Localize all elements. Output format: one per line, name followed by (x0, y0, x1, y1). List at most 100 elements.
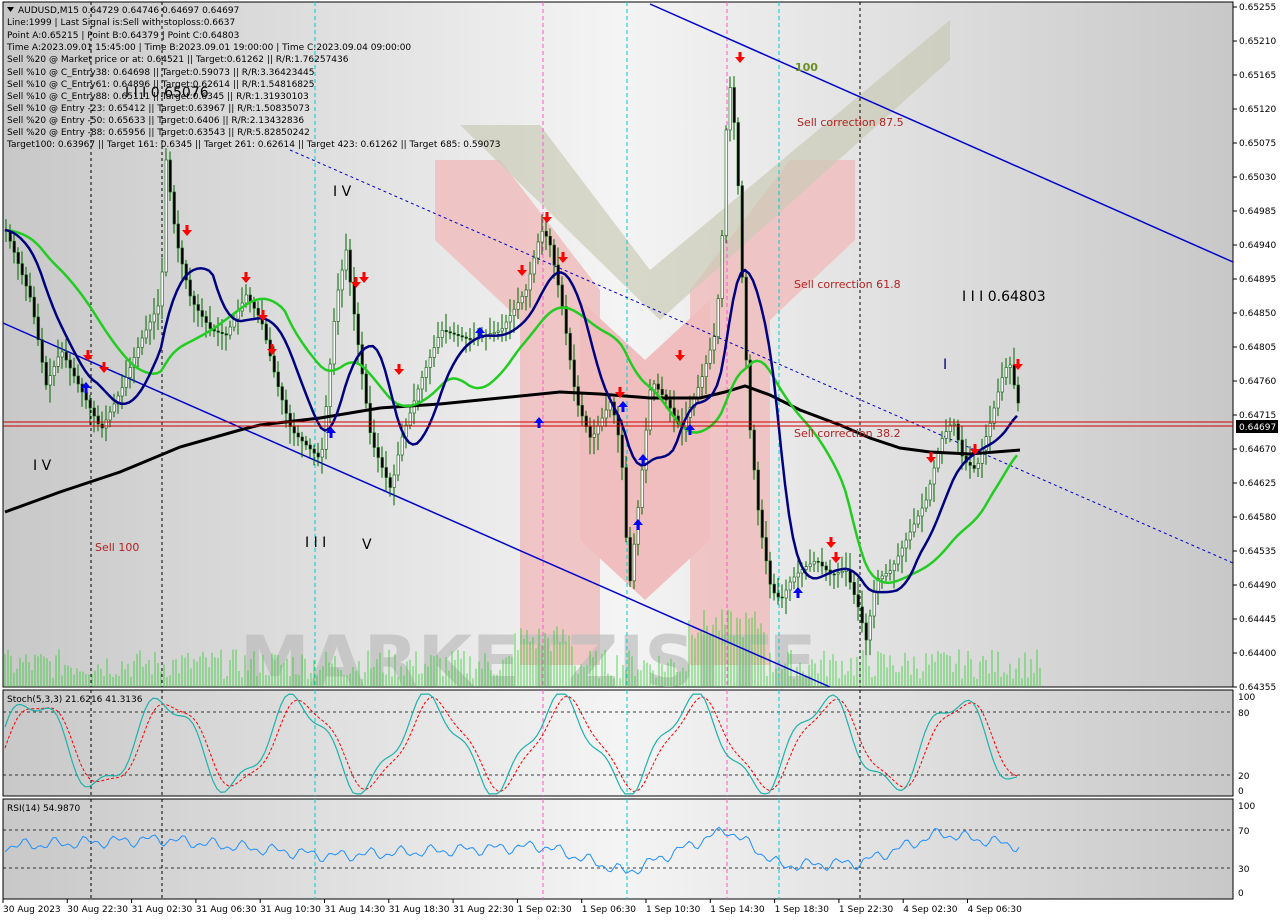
candle-body (224, 333, 228, 336)
candle-body (424, 367, 428, 378)
candle-body (840, 571, 844, 573)
sell-100-label: Sell 100 (95, 541, 139, 554)
candle-body (12, 240, 16, 253)
stochastic-pane[interactable]: Stoch(5,3,3) 21.6216 41.3136 100 80 20 0 (2, 689, 1255, 797)
candle-body (972, 465, 976, 469)
time-axis-label: 1 Sep 14:30 (710, 905, 765, 915)
candle-body (556, 264, 560, 286)
candle-body (140, 337, 144, 348)
candle-body (120, 387, 124, 397)
candle-body (420, 377, 424, 390)
info-line: Sell %20 @ Entry -50: 0.65633 || Target:… (7, 116, 304, 126)
candle-body (1004, 367, 1008, 378)
candle-body (388, 477, 392, 488)
candle-body (464, 336, 468, 339)
candle-body (340, 269, 344, 291)
candle-body (164, 159, 168, 273)
candle-body (336, 289, 340, 322)
price-axis-label: 0.64760 (1239, 377, 1276, 387)
time-axis-label: 4 Sep 06:30 (968, 905, 1023, 915)
candle-body (752, 429, 756, 471)
candle-body (952, 423, 956, 426)
candle-body (544, 230, 548, 237)
candle-body (316, 452, 320, 458)
candle-body (872, 591, 876, 617)
candle-body (928, 483, 932, 501)
info-line: Point A:0.65215 | Point B:0.64379 | Poin… (7, 31, 239, 41)
info-line: Sell %20 @ Entry -88: 0.65956 || Target:… (7, 128, 310, 138)
info-line: Time A:2023.09.01 15:45:00 | Time B:2023… (6, 43, 411, 53)
candle-body (660, 389, 664, 395)
candle-body (228, 326, 232, 336)
candle-body (88, 399, 92, 409)
candle-body (620, 434, 624, 468)
main-price-pane[interactable]: MARKETZISITE I I I 0.65076 I V I V I I I… (2, 1, 1234, 703)
price-axis-label: 0.65030 (1239, 173, 1276, 183)
candle-body (796, 572, 800, 578)
candle-body (552, 244, 556, 266)
candle-body (912, 523, 916, 533)
candle-body (648, 389, 652, 431)
info-line: Line:1999 | Last Signal is:Sell with sto… (7, 18, 235, 28)
candle-body (856, 594, 860, 608)
price-axis-label: 0.65165 (1239, 71, 1276, 81)
candle-body (520, 296, 524, 304)
chart-window[interactable]: MARKETZISITE I I I 0.65076 I V I V I I I… (0, 0, 1280, 920)
candle-body (760, 509, 764, 538)
candle-body (452, 332, 456, 335)
candle-body (60, 351, 64, 358)
candle-body (300, 436, 304, 442)
candle-body (68, 359, 72, 369)
candle-body (932, 467, 936, 485)
candle-body (44, 362, 48, 386)
symbol-header: AUDUSD,M15 0.64729 0.64746 0.64697 0.646… (18, 6, 239, 16)
candle-body (196, 304, 200, 311)
candle-body (576, 386, 580, 406)
candle-body (748, 359, 752, 431)
candle-body (24, 274, 28, 287)
candle-body (188, 279, 192, 297)
price-axis[interactable]: 0.65255 0.65210 0.65165 0.65120 0.65075 0.650… (1233, 3, 1276, 693)
price-axis-label: 0.64940 (1239, 241, 1276, 251)
rsi-axis-label: 0 (1238, 889, 1244, 899)
wave-i-label: I (943, 357, 947, 373)
sell-correction-875-label: Sell correction 87.5 (797, 116, 904, 129)
candle-body (944, 431, 948, 439)
info-line: Sell %10 @ C_Entry61: 0.64896 || Target:… (7, 80, 315, 90)
candle-body (788, 581, 792, 591)
candle-body (460, 335, 464, 338)
candle-body (976, 463, 980, 469)
candle-body (884, 573, 888, 577)
candle-body (296, 432, 300, 438)
candle-body (592, 433, 596, 438)
candle-body (392, 474, 396, 488)
candle-body (312, 448, 316, 454)
candle-body (820, 561, 824, 567)
candle-body (892, 563, 896, 571)
candle-body (564, 306, 568, 334)
candle-body (596, 425, 600, 435)
price-axis-label: 0.64490 (1239, 581, 1276, 591)
info-line: Sell %10 @ C_Entry88: 0.65111 || Target:… (7, 92, 309, 102)
candle-body (216, 330, 220, 333)
price-axis-label: 0.64535 (1239, 547, 1276, 557)
candle-body (832, 573, 836, 576)
candle-body (640, 469, 644, 508)
candle-body (572, 359, 576, 387)
candle-body (764, 537, 768, 562)
info-line: Sell %10 @ Entry -23: 0.65412 || Target:… (7, 104, 310, 114)
candle-body (864, 622, 868, 641)
candle-body (792, 576, 796, 583)
rsi-pane[interactable]: RSI(14) 54.9870 100 70 30 0 (2, 798, 1255, 900)
candle-body (84, 391, 88, 401)
time-axis-label: 31 Aug 22:30 (453, 905, 514, 915)
candle-body (384, 467, 388, 478)
candle-body (668, 399, 672, 409)
candle-body (112, 403, 116, 413)
candle-body (56, 356, 60, 367)
candle-body (276, 371, 280, 387)
candle-body (492, 332, 496, 334)
time-axis[interactable]: 30 Aug 2023 30 Aug 22:30 31 Aug 02:30 31 Au… (2, 899, 1023, 915)
candle-body (780, 596, 784, 599)
price-axis-label: 0.65120 (1239, 105, 1276, 115)
